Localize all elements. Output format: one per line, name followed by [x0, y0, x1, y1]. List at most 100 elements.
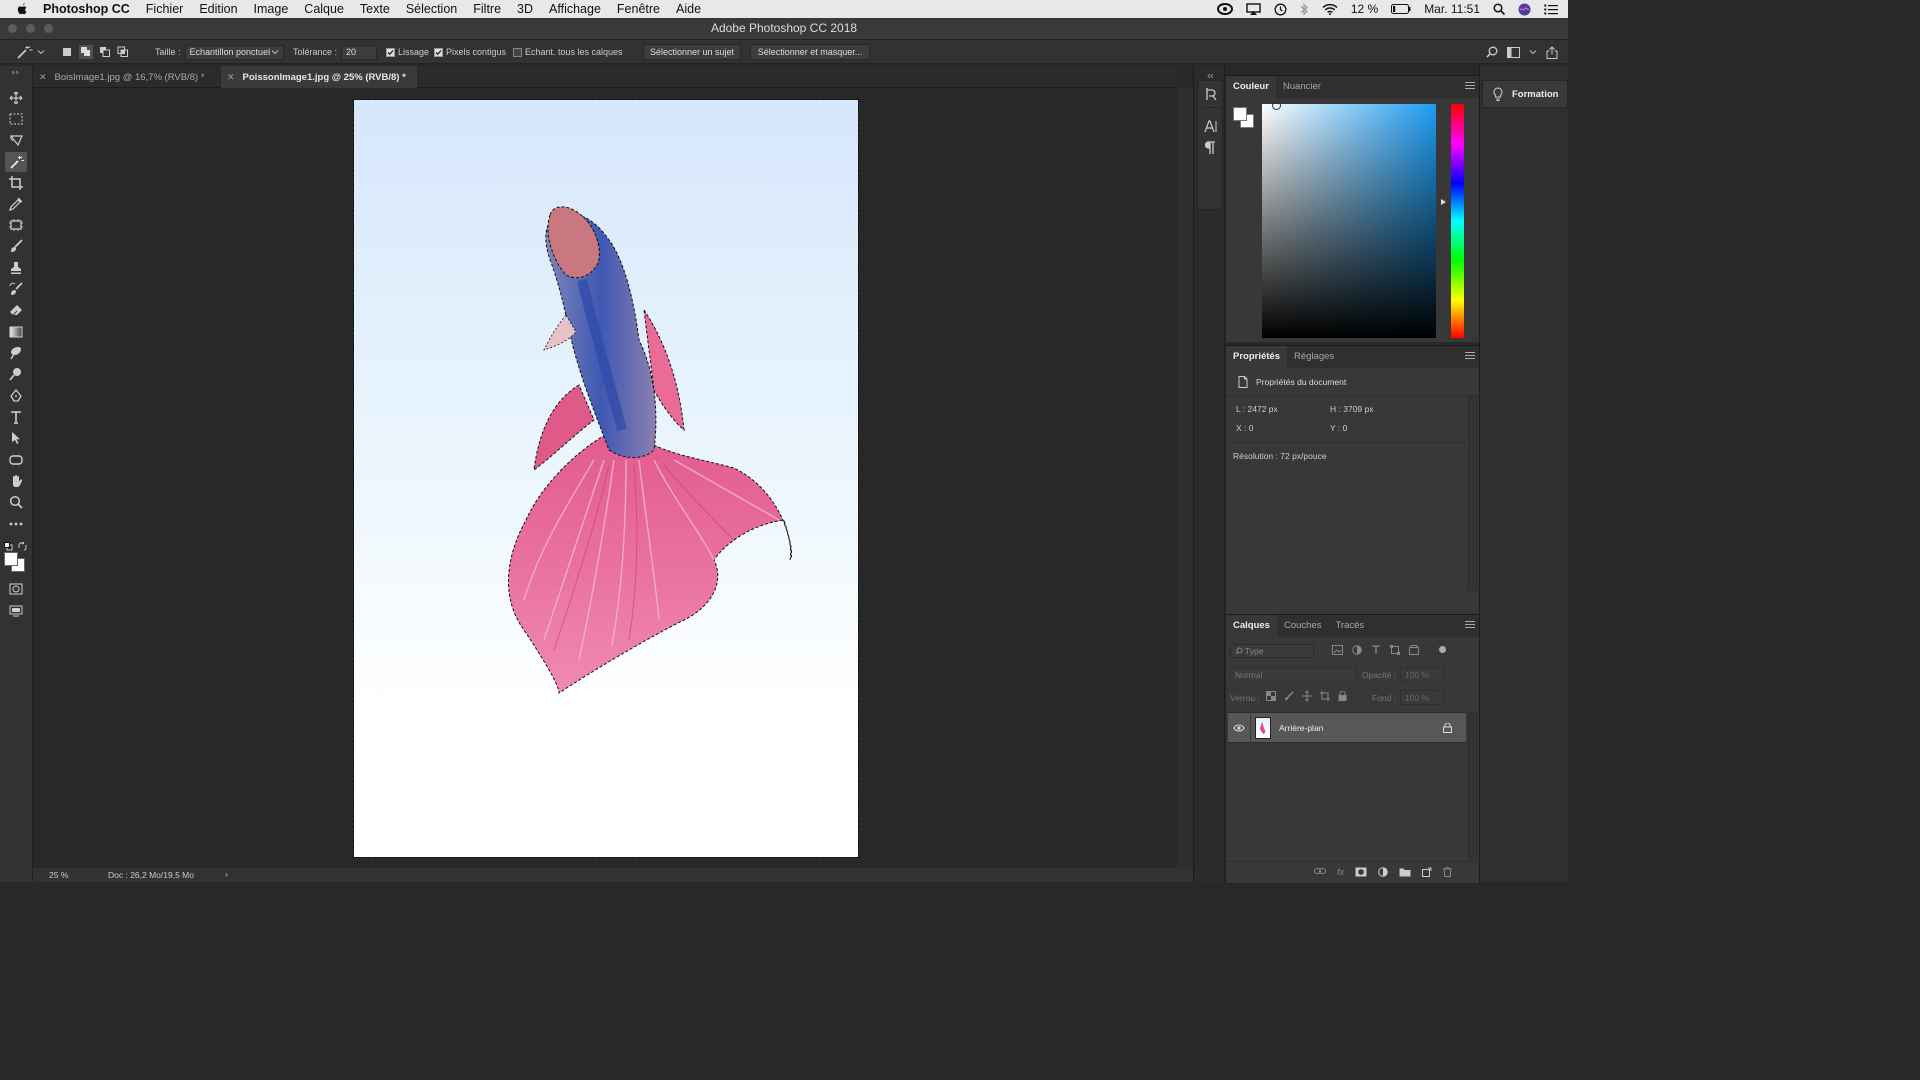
- menu-affichage[interactable]: Affichage: [541, 0, 609, 18]
- battery-icon[interactable]: [1391, 4, 1411, 14]
- spotlight-search-icon[interactable]: [1493, 3, 1505, 15]
- collapse-dock-icon[interactable]: [1206, 66, 1214, 79]
- color-picker-handle[interactable]: [1272, 101, 1281, 110]
- new-layer-icon[interactable]: [1422, 867, 1432, 877]
- wifi-icon[interactable]: [1322, 3, 1338, 15]
- edit-toolbar-button[interactable]: [5, 514, 27, 534]
- contiguous-checkbox[interactable]: Pixels contigus: [434, 40, 506, 64]
- magic-wand-tool[interactable]: [5, 152, 27, 172]
- layers-scrollbar[interactable]: [1468, 712, 1478, 860]
- dodge-tool[interactable]: [5, 364, 27, 384]
- clock[interactable]: Mar. 11:51: [1424, 2, 1480, 16]
- tab-poisson-image[interactable]: ✕ PoissonImage1.jpg @ 25% (RVB/8) *: [221, 66, 417, 88]
- blend-mode-dropdown[interactable]: Normal: [1230, 667, 1357, 682]
- workspace-icon[interactable]: [1507, 46, 1520, 58]
- eraser-tool[interactable]: [5, 300, 27, 320]
- gradient-tool[interactable]: [5, 322, 27, 342]
- panel-menu-icon[interactable]: [1465, 82, 1475, 91]
- character-panel-icon[interactable]: [1204, 119, 1218, 138]
- creative-cloud-icon[interactable]: [1216, 3, 1233, 15]
- menu-texte[interactable]: Texte: [352, 0, 398, 18]
- panel-menu-icon[interactable]: [1465, 621, 1475, 630]
- x-value[interactable]: 0: [1249, 423, 1254, 433]
- crop-tool[interactable]: [5, 173, 27, 193]
- menu-selection[interactable]: Sélection: [398, 0, 465, 18]
- tab-proprietes[interactable]: Propriétés: [1226, 346, 1287, 368]
- status-menu-arrow-icon[interactable]: ›: [225, 869, 228, 879]
- saturation-brightness-picker[interactable]: [1262, 101, 1436, 338]
- smart-object-filter-icon[interactable]: [1409, 645, 1419, 655]
- menu-image[interactable]: Image: [246, 0, 297, 18]
- foreground-color-swatch[interactable]: [1233, 107, 1247, 121]
- sample-size-dropdown[interactable]: Echantillon ponctuel: [184, 44, 284, 60]
- airplay-icon[interactable]: [1246, 3, 1261, 15]
- history-brush-tool[interactable]: [5, 279, 27, 299]
- tab-nuancier[interactable]: Nuancier: [1276, 76, 1328, 98]
- vertical-scrollbar[interactable]: [1177, 88, 1193, 868]
- shape-tool[interactable]: [5, 450, 27, 470]
- menu-edition[interactable]: Edition: [191, 0, 245, 18]
- panel-menu-icon[interactable]: [1465, 352, 1475, 361]
- type-tool[interactable]: [5, 407, 27, 427]
- history-panel-icon[interactable]: [1204, 87, 1218, 106]
- close-tab-icon[interactable]: ✕: [227, 72, 235, 83]
- zoom-tool[interactable]: [5, 492, 27, 512]
- chevron-down-icon[interactable]: [1529, 48, 1537, 56]
- tool-preset-picker[interactable]: [16, 40, 45, 64]
- type-filter-icon[interactable]: [1371, 645, 1381, 655]
- screen-mode-button[interactable]: [5, 601, 27, 621]
- tab-couches[interactable]: Couches: [1277, 615, 1329, 637]
- marquee-tool[interactable]: [5, 109, 27, 129]
- lock-icon[interactable]: [1443, 722, 1452, 733]
- y-value[interactable]: 0: [1343, 423, 1348, 433]
- lock-pixels-icon[interactable]: [1284, 691, 1294, 701]
- blur-tool[interactable]: [5, 343, 27, 363]
- learn-panel-button[interactable]: Formation: [1482, 80, 1568, 108]
- new-group-folder-icon[interactable]: [1399, 867, 1411, 877]
- layer-name[interactable]: Arrière-plan: [1279, 723, 1323, 733]
- fill-input[interactable]: 100 %: [1400, 690, 1444, 705]
- add-to-selection-icon[interactable]: [79, 45, 93, 59]
- collapse-toolbar-icon[interactable]: [5, 68, 27, 76]
- properties-scrollbar[interactable]: [1468, 396, 1478, 591]
- notification-center-icon[interactable]: [1544, 3, 1558, 15]
- brush-tool[interactable]: [5, 236, 27, 256]
- eyedropper-tool[interactable]: [5, 194, 27, 214]
- shape-filter-icon[interactable]: [1390, 645, 1400, 655]
- layer-row[interactable]: Arrière-plan: [1228, 712, 1466, 743]
- menu-3d[interactable]: 3D: [509, 0, 541, 18]
- search-icon[interactable]: [1486, 46, 1498, 58]
- swap-colors-icon[interactable]: [18, 538, 27, 556]
- time-machine-icon[interactable]: [1274, 3, 1287, 16]
- healing-brush-tool[interactable]: [5, 215, 27, 235]
- hue-slider-handle[interactable]: [1441, 199, 1446, 205]
- tab-reglages[interactable]: Réglages: [1287, 346, 1341, 368]
- lock-all-icon[interactable]: [1338, 691, 1347, 701]
- sample-all-layers-checkbox[interactable]: Echant. tous les calques: [513, 40, 623, 64]
- menu-filtre[interactable]: Filtre: [465, 0, 509, 18]
- hue-slider[interactable]: [1451, 104, 1464, 338]
- width-value[interactable]: 2472 px: [1248, 404, 1278, 414]
- link-layers-icon[interactable]: [1314, 867, 1326, 875]
- select-and-mask-button[interactable]: Sélectionner et masquer...: [750, 44, 870, 60]
- collapse-dock-icon[interactable]: [1480, 66, 1569, 74]
- apple-icon[interactable]: [15, 2, 29, 16]
- bluetooth-icon[interactable]: [1300, 2, 1309, 16]
- tolerance-input[interactable]: 20: [341, 44, 378, 60]
- menu-fichier[interactable]: Fichier: [138, 0, 192, 18]
- share-icon[interactable]: [1546, 45, 1558, 59]
- layer-style-fx-icon[interactable]: fx: [1337, 867, 1344, 877]
- tab-bois-image[interactable]: ✕ BoisImage1.jpg @ 16,7% (RVB/8) *: [33, 66, 221, 88]
- filter-toggle-icon[interactable]: [1439, 646, 1446, 653]
- lock-position-icon[interactable]: [1302, 691, 1312, 701]
- height-value[interactable]: 3709 px: [1343, 404, 1373, 414]
- new-selection-icon[interactable]: [61, 46, 73, 58]
- eye-icon[interactable]: [1233, 724, 1245, 732]
- tab-couleur[interactable]: Couleur: [1226, 76, 1276, 98]
- hand-tool[interactable]: [5, 471, 27, 491]
- adjustment-filter-icon[interactable]: [1352, 645, 1362, 655]
- menu-fenetre[interactable]: Fenêtre: [609, 0, 668, 18]
- tab-traces[interactable]: Tracés: [1328, 615, 1371, 637]
- antialias-checkbox[interactable]: Lissage: [386, 40, 429, 64]
- lasso-tool[interactable]: [5, 130, 27, 150]
